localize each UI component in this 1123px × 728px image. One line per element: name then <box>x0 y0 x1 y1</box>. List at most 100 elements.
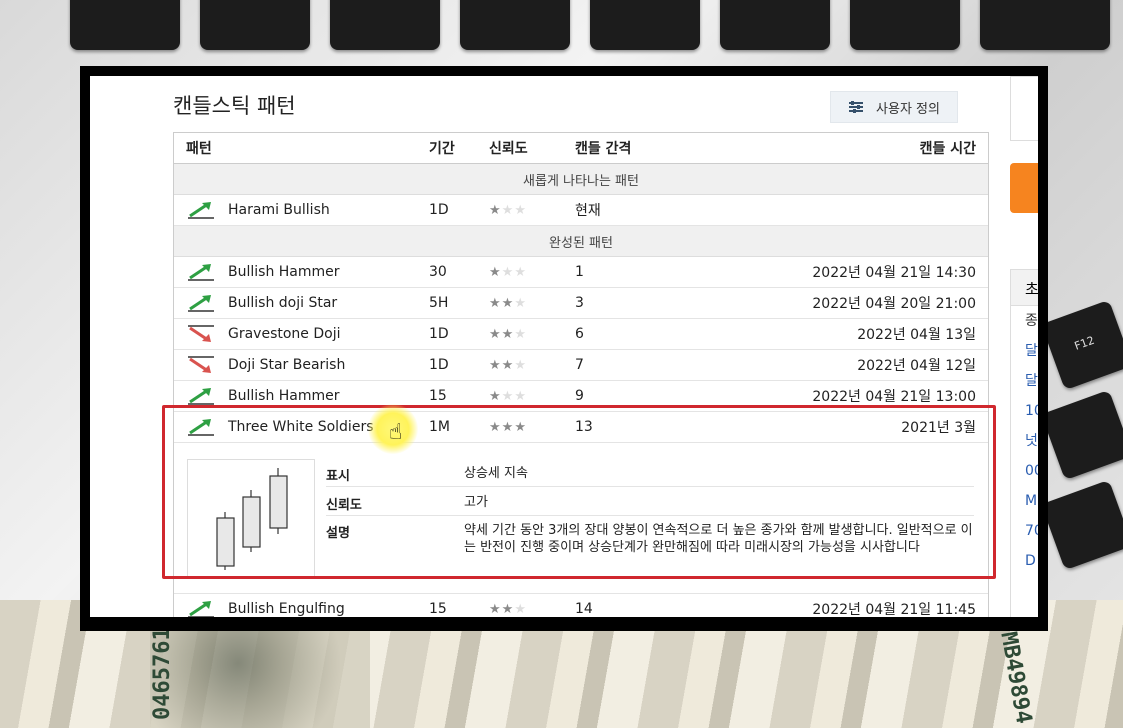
pattern-name[interactable]: Bullish doji Star <box>228 295 337 311</box>
pattern-cell: Bullish Hammer <box>174 262 429 282</box>
reliability-stars: ★★★ <box>489 389 575 404</box>
reliability-stars: ★★★ <box>489 602 575 617</box>
table-row[interactable]: Bullish doji Star 5H ★★★ 3 2022년 04월 20일 21:… <box>174 288 988 319</box>
star-icon: ★ <box>501 601 515 617</box>
star-icon: ★ <box>489 388 502 404</box>
star-icon: ★ <box>489 326 502 342</box>
pattern-cell: Bullish Engulfing <box>174 599 429 617</box>
star-icon: ★ <box>501 295 515 311</box>
table-row[interactable]: Harami Bullish 1D ★★★ 현재 <box>174 195 988 226</box>
trend-up-icon <box>186 293 228 313</box>
table-header: 패턴 기간 신뢰도 캔들 간격 캔들 시간 <box>174 133 988 164</box>
custom-settings-button[interactable]: 사용자 정의 <box>830 91 958 123</box>
pattern-name[interactable]: Gravestone Doji <box>228 326 341 342</box>
period-cell: 30 <box>429 264 447 280</box>
period-cell: 1D <box>429 202 449 218</box>
star-icon: ★ <box>514 326 527 342</box>
table-row[interactable]: Bullish Hammer 30 ★★★ 1 2022년 04월 21일 14:30 <box>174 257 988 288</box>
col-time: 캔들 시간 <box>919 141 976 157</box>
col-reliability: 신뢰도 <box>489 141 528 157</box>
star-icon: ★ <box>501 357 515 373</box>
time-cell: 2022년 04월 21일 11:45 <box>812 602 976 617</box>
col-pattern: 패턴 <box>186 141 212 157</box>
interval-cell: 14 <box>575 601 593 617</box>
interval-cell: 7 <box>575 357 584 373</box>
pattern-name[interactable]: Bullish Hammer <box>228 264 340 280</box>
star-icon: ★ <box>489 264 502 280</box>
sidebar-item[interactable]: 10 <box>1011 396 1038 426</box>
star-icon: ★ <box>501 388 515 404</box>
col-period: 기간 <box>429 141 455 157</box>
pattern-cell: Doji Star Bearish <box>174 355 429 375</box>
table-row[interactable]: Gravestone Doji 1D ★★★ 6 2022년 04월 13일 <box>174 319 988 350</box>
sidebar-item[interactable]: 00 <box>1011 456 1038 486</box>
pattern-cell: Bullish doji Star <box>174 293 429 313</box>
sidebar-item[interactable]: 70 <box>1011 516 1038 546</box>
interval-cell: 1 <box>575 264 584 280</box>
sidebar-top-box <box>1010 76 1038 141</box>
star-icon: ★ <box>489 601 502 617</box>
star-icon: ★ <box>514 202 527 218</box>
reliability-stars: ★★★ <box>489 327 575 342</box>
pattern-name[interactable]: Bullish Hammer <box>228 388 340 404</box>
trend-up-icon <box>186 599 228 617</box>
period-cell: 1D <box>429 357 449 373</box>
time-cell: 2022년 04월 12일 <box>857 358 976 374</box>
star-icon: ★ <box>514 388 527 404</box>
page-title: 캔들스틱 패턴 <box>173 94 296 118</box>
sidebar-item[interactable]: 종 <box>1011 306 1038 336</box>
star-icon: ★ <box>489 295 502 311</box>
custom-settings-label: 사용자 정의 <box>876 101 940 117</box>
sidebar-item[interactable]: M <box>1011 486 1038 516</box>
sidebar-item[interactable]: 달 <box>1011 366 1038 396</box>
time-cell: 2022년 04월 21일 13:00 <box>812 389 976 405</box>
trend-up-icon <box>186 262 228 282</box>
table-row[interactable]: Bullish Engulfing 15 ★★★ 14 2022년 04월 21일 11… <box>174 594 988 617</box>
reliability-stars: ★★★ <box>489 358 575 373</box>
table-row[interactable]: Doji Star Bearish 1D ★★★ 7 2022년 04월 12일 <box>174 350 988 381</box>
pattern-name[interactable]: Harami Bullish <box>228 202 330 218</box>
time-cell: 2022년 04월 20일 21:00 <box>812 296 976 312</box>
sidebar-list: 초 종달달10넛00M70D <box>1010 269 1038 617</box>
reliability-stars: ★★★ <box>489 296 575 311</box>
time-cell: 2022년 04월 21일 14:30 <box>812 265 976 281</box>
pattern-cell: Harami Bullish <box>174 200 429 220</box>
trend-up-icon <box>186 200 228 220</box>
sidebar-item[interactable]: 넛 <box>1011 426 1038 456</box>
sidebar-header: 초 <box>1011 270 1038 306</box>
star-icon: ★ <box>514 295 527 311</box>
selected-pattern-highlight <box>162 405 996 579</box>
col-interval: 캔들 간격 <box>575 141 632 157</box>
star-icon: ★ <box>514 601 527 617</box>
pattern-cell: Bullish Hammer <box>174 386 429 406</box>
sidebar-orange-button[interactable] <box>1010 163 1038 213</box>
reliability-stars: ★★★ <box>489 265 575 280</box>
pattern-name[interactable]: Bullish Engulfing <box>228 601 345 617</box>
trend-down-icon <box>186 355 228 375</box>
hand-cursor-icon: ☝ <box>389 420 403 445</box>
star-icon: ★ <box>489 357 502 373</box>
time-cell: 2022년 04월 13일 <box>857 327 976 343</box>
period-cell: 15 <box>429 388 447 404</box>
star-icon: ★ <box>501 264 515 280</box>
star-icon: ★ <box>501 326 515 342</box>
key-f12-label: F12 <box>1072 333 1097 353</box>
pattern-name[interactable]: Doji Star Bearish <box>228 357 345 373</box>
interval-cell: 9 <box>575 388 584 404</box>
sliders-icon <box>849 101 864 113</box>
trend-down-icon <box>186 324 228 344</box>
sidebar-item[interactable]: D <box>1011 546 1038 576</box>
interval-cell: 현재 <box>575 203 601 219</box>
reliability-stars: ★★★ <box>489 203 575 218</box>
pattern-cell: Gravestone Doji <box>174 324 429 344</box>
star-icon: ★ <box>501 202 515 218</box>
section-emerging: 새롭게 나타나는 패턴 <box>174 164 988 195</box>
interval-cell: 6 <box>575 326 584 342</box>
star-icon: ★ <box>514 264 527 280</box>
star-icon: ★ <box>489 202 502 218</box>
period-cell: 5H <box>429 295 449 311</box>
interval-cell: 3 <box>575 295 584 311</box>
period-cell: 1D <box>429 326 449 342</box>
sidebar-item[interactable]: 달 <box>1011 336 1038 366</box>
section-completed: 완성된 패턴 <box>174 226 988 257</box>
